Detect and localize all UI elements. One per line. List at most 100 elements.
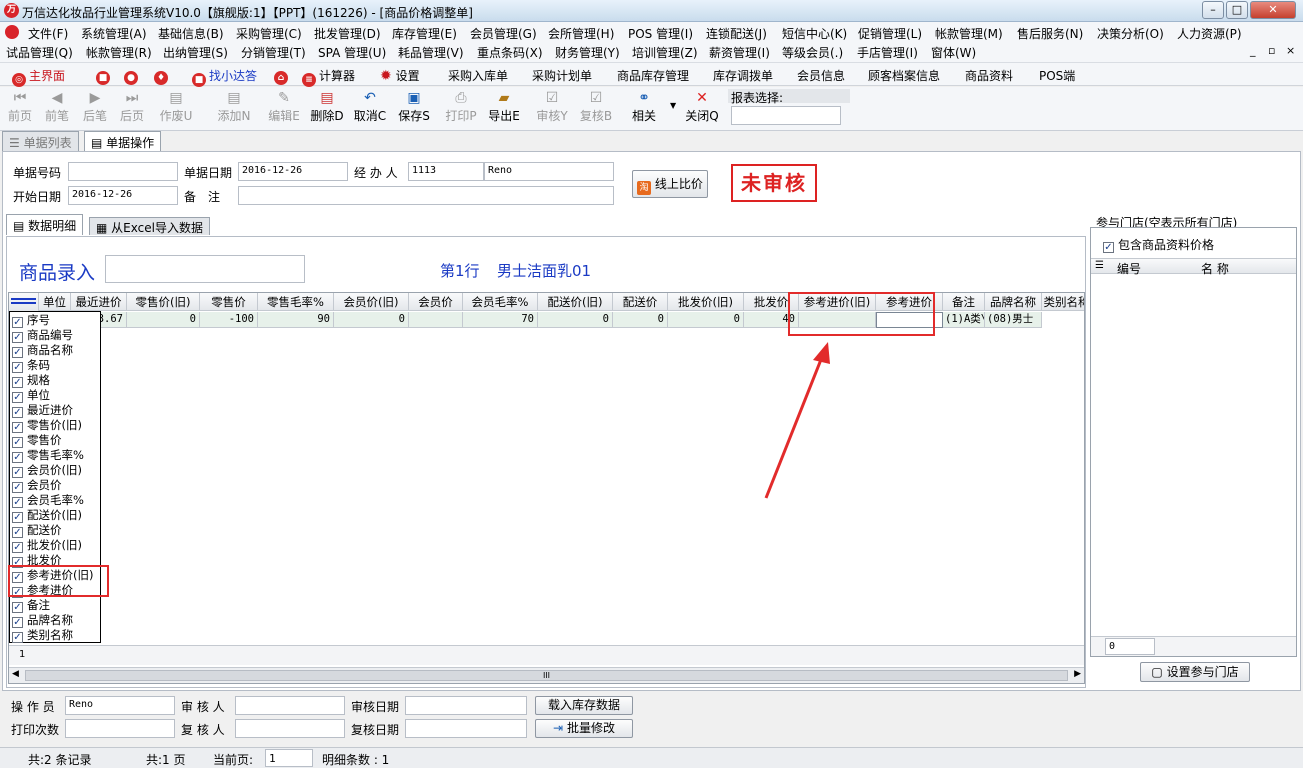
scroll-right-icon[interactable]: ▶ <box>1074 669 1081 679</box>
doc-date-field[interactable]: 2016-12-26 <box>238 162 348 181</box>
edit-button[interactable]: ✎ 编辑E <box>266 89 302 129</box>
column-option-1[interactable]: ✓ 商品编号 <box>12 328 73 343</box>
column-option-15[interactable]: ✓ 批发价(旧) <box>12 538 82 553</box>
menu2-item-8[interactable]: 培训管理(Z) <box>632 44 698 61</box>
grid-cell-3[interactable]: -100 <box>200 312 258 328</box>
prev-record-button[interactable]: ◀ 前笔 <box>39 89 75 129</box>
related-dropdown-icon[interactable]: ▼ <box>670 101 676 110</box>
grid-cell-7[interactable]: 70 <box>463 312 538 328</box>
column-checkbox[interactable]: ✓ <box>12 512 23 523</box>
menu2-item-3[interactable]: 分销管理(T) <box>241 44 306 61</box>
menu2-item-9[interactable]: 薪资管理(I) <box>709 44 770 61</box>
menu2-item-2[interactable]: 出纳管理(S) <box>163 44 228 61</box>
menu-item-15[interactable]: 人力资源(P) <box>1177 25 1242 42</box>
menu-item-1[interactable]: 系统管理(A) <box>81 25 147 42</box>
column-header-9[interactable]: 配送价 <box>613 293 668 311</box>
column-picker-toggle[interactable] <box>9 293 39 311</box>
column-option-6[interactable]: ✓ 最近进价 <box>12 403 73 418</box>
mdi-min-icon[interactable]: _ <box>1250 44 1256 57</box>
menu-item-7[interactable]: 会所管理(H) <box>548 25 614 42</box>
delete-button[interactable]: ▤ 删除D <box>309 89 345 129</box>
mdi-restore-icon[interactable]: ▫ <box>1268 44 1275 57</box>
scroll-thumb[interactable]: III <box>25 670 1068 681</box>
include-price-checkbox[interactable]: ✓ <box>1103 242 1114 253</box>
house-icon[interactable]: ⌂ <box>274 67 291 85</box>
column-option-2[interactable]: ✓ 商品名称 <box>12 343 73 358</box>
tab-excel-import[interactable]: ▦ 从Excel导入数据 <box>89 217 210 235</box>
column-header-10[interactable]: 批发价(旧) <box>668 293 744 311</box>
column-header-8[interactable]: 配送价(旧) <box>538 293 613 311</box>
mdi-close-icon[interactable]: × <box>1286 44 1295 57</box>
column-option-21[interactable]: ✓ 类别名称 <box>12 628 73 643</box>
grid-cell-9[interactable]: 0 <box>613 312 668 328</box>
first-page-button[interactable]: ⏮ 前页 <box>2 89 38 129</box>
column-header-6[interactable]: 会员价 <box>409 293 463 311</box>
current-page-input[interactable]: 1 <box>265 749 313 767</box>
column-checkbox[interactable]: ✓ <box>12 527 23 538</box>
menu2-item-1[interactable]: 帐款管理(R) <box>86 44 152 61</box>
settings-link[interactable]: ✹ 设置 <box>380 67 420 84</box>
column-option-0[interactable]: ✓ 序号 <box>12 313 50 328</box>
next-record-button[interactable]: ▶ 后笔 <box>77 89 113 129</box>
cancel-button[interactable]: ↶ 取消C <box>352 89 388 129</box>
menu2-item-7[interactable]: 财务管理(Y) <box>555 44 620 61</box>
find-helper-link[interactable]: ■ 找小达答 <box>192 67 257 87</box>
column-checkbox[interactable]: ✓ <box>12 332 23 343</box>
column-header-5[interactable]: 会员价(旧) <box>334 293 409 311</box>
tip-icon[interactable]: ♦ <box>154 67 171 85</box>
column-checkbox[interactable]: ✓ <box>12 347 23 358</box>
column-option-11[interactable]: ✓ 会员价 <box>12 478 62 493</box>
quick-item-6[interactable]: 商品资料 <box>965 67 1013 84</box>
last-page-button[interactable]: ⏭ 后页 <box>114 89 150 129</box>
related-button[interactable]: ⚭ 相关 <box>626 89 662 129</box>
column-checkbox[interactable]: ✓ <box>12 407 23 418</box>
column-header-1[interactable]: 最近进价 <box>71 293 127 311</box>
column-header-2[interactable]: 零售价(旧) <box>127 293 200 311</box>
quick-item-1[interactable]: 采购计划单 <box>532 67 592 84</box>
start-date-field[interactable]: 2016-12-26 <box>68 186 178 205</box>
menu2-item-5[interactable]: 耗品管理(V) <box>398 44 464 61</box>
menu-item-8[interactable]: POS 管理(I) <box>628 25 693 42</box>
column-option-10[interactable]: ✓ 会员价(旧) <box>12 463 82 478</box>
print-button[interactable]: ⎙ 打印P <box>443 89 479 129</box>
scroll-left-icon[interactable]: ◀ <box>12 669 19 679</box>
column-header-14[interactable]: 备注 <box>943 293 985 311</box>
home-link[interactable]: ◎ 主界面 <box>12 67 65 87</box>
void-button[interactable]: ▤ 作废U <box>158 89 194 129</box>
column-header-16[interactable]: 类别名称 <box>1042 293 1084 311</box>
menu-item-2[interactable]: 基础信息(B) <box>158 25 224 42</box>
column-option-9[interactable]: ✓ 零售毛率% <box>12 448 84 463</box>
grid-cell-6[interactable] <box>409 312 463 328</box>
menu-item-3[interactable]: 采购管理(C) <box>236 25 302 42</box>
column-checkbox[interactable]: ✓ <box>12 422 23 433</box>
load-stock-button[interactable]: 载入库存数据 <box>535 696 633 715</box>
column-header-4[interactable]: 零售毛率% <box>258 293 334 311</box>
tab-doc-list[interactable]: ☰ 单据列表 <box>2 131 79 151</box>
column-checkbox[interactable]: ✓ <box>12 317 23 328</box>
menu2-item-10[interactable]: 等级会员(.) <box>782 44 843 61</box>
horizontal-scrollbar[interactable]: ◀ III ▶ <box>9 667 1084 683</box>
remark-field[interactable] <box>238 186 614 205</box>
grid-cell-15[interactable]: (08)男士 <box>985 312 1042 328</box>
menu-item-5[interactable]: 库存管理(E) <box>392 25 457 42</box>
menu2-item-4[interactable]: SPA 管理(U) <box>318 44 386 61</box>
quick-item-7[interactable]: POS端 <box>1039 67 1075 84</box>
product-entry-input[interactable] <box>105 255 305 283</box>
close-window-button[interactable]: ✕ <box>1250 1 1296 19</box>
column-checkbox[interactable]: ✓ <box>12 392 23 403</box>
audit-button[interactable]: ☑ 审核Y <box>534 89 570 129</box>
column-option-7[interactable]: ✓ 零售价(旧) <box>12 418 82 433</box>
column-checkbox[interactable]: ✓ <box>12 377 23 388</box>
quick-item-3[interactable]: 库存调拨单 <box>713 67 773 84</box>
column-option-5[interactable]: ✓ 单位 <box>12 388 50 403</box>
calculator-link[interactable]: ≡ 计算器 <box>302 67 355 87</box>
minimize-button[interactable]: – <box>1202 1 1224 19</box>
menu2-item-6[interactable]: 重点条码(X) <box>477 44 543 61</box>
quick-item-5[interactable]: 顾客档案信息 <box>868 67 940 84</box>
lock-icon[interactable]: ■ <box>96 67 113 85</box>
column-option-20[interactable]: ✓ 品牌名称 <box>12 613 73 628</box>
column-option-14[interactable]: ✓ 配送价 <box>12 523 62 538</box>
chat-icon[interactable]: ● <box>124 67 141 85</box>
batch-edit-button[interactable]: ⇥ 批量修改 <box>535 719 633 738</box>
column-option-13[interactable]: ✓ 配送价(旧) <box>12 508 82 523</box>
